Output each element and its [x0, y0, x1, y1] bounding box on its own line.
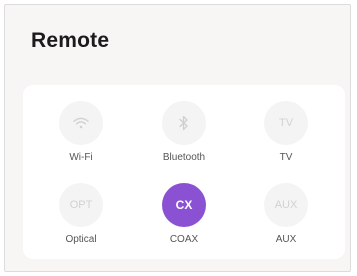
source-optical[interactable]: OPT Optical	[41, 183, 121, 245]
source-label: Bluetooth	[162, 152, 206, 163]
source-bluetooth[interactable]: Bluetooth	[144, 101, 224, 163]
panel-title: Remote	[31, 29, 110, 52]
aux-icon: AUX	[264, 183, 308, 227]
source-selector: Wi-Fi Bluetooth TV TV OPT Optical CX COA…	[23, 85, 345, 259]
source-label: AUX	[275, 234, 297, 245]
bluetooth-icon	[162, 101, 206, 145]
source-label: Optical	[65, 234, 97, 245]
tv-icon: TV	[264, 101, 308, 145]
source-coax[interactable]: CX COAX	[144, 183, 224, 245]
optical-icon: OPT	[59, 183, 103, 227]
source-aux[interactable]: AUX AUX	[246, 183, 326, 245]
source-label: COAX	[169, 234, 199, 245]
source-wifi[interactable]: Wi-Fi	[41, 101, 121, 163]
source-tv[interactable]: TV TV	[246, 101, 326, 163]
remote-panel: Remote Wi-Fi Bluetooth TV TV OPT Optical…	[4, 4, 351, 272]
wifi-icon	[59, 101, 103, 145]
source-label: TV	[279, 152, 293, 163]
coax-icon: CX	[162, 183, 206, 227]
source-label: Wi-Fi	[69, 152, 93, 163]
